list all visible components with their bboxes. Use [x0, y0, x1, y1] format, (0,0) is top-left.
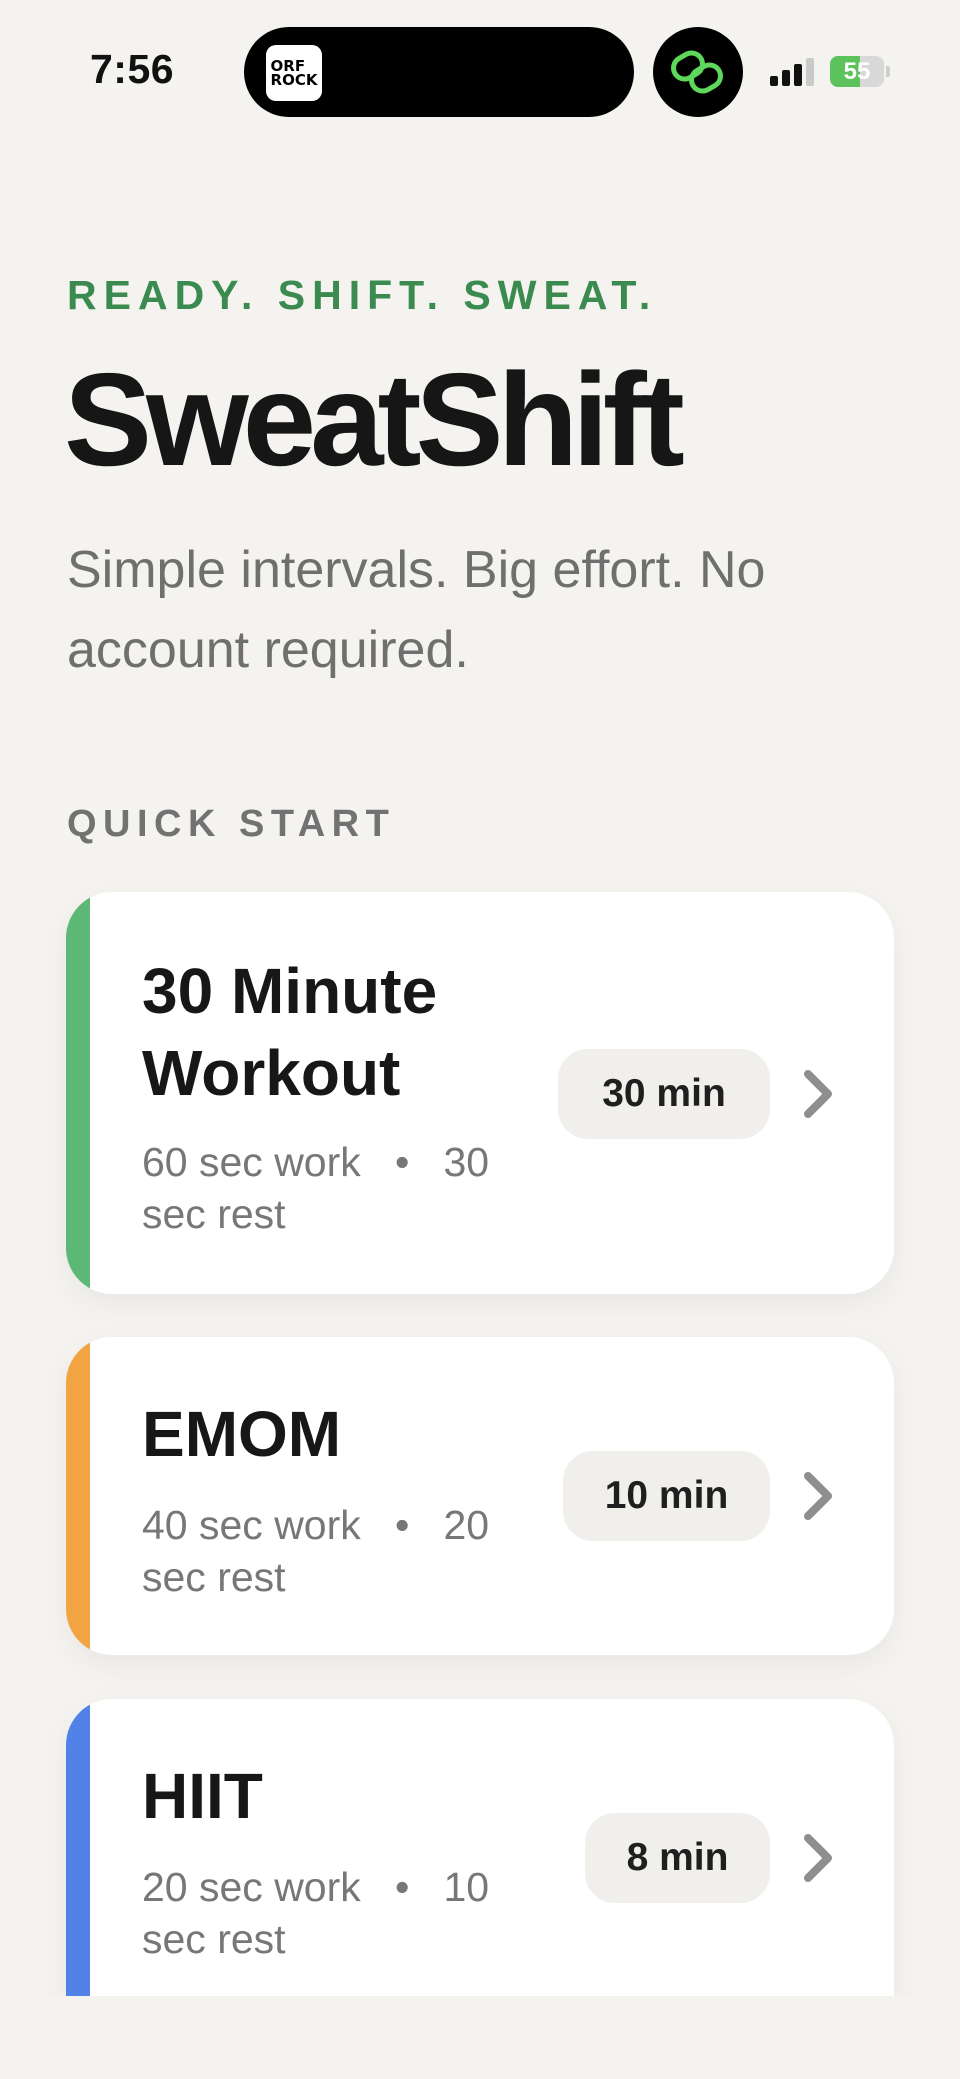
workout-title: EMOM: [142, 1398, 342, 1470]
status-time: 7:56: [90, 46, 175, 92]
workout-intervals: 20 sec work • 10 sec rest: [142, 1861, 542, 1965]
workout-work: 20 sec work: [142, 1864, 361, 1910]
workout-card-30-minute[interactable]: 30 Minute Workout 60 sec work • 30 sec r…: [66, 892, 894, 1294]
link-activity-bubble[interactable]: [653, 27, 743, 117]
workout-work: 40 sec work: [142, 1502, 361, 1548]
workout-intervals: 60 sec work • 30 sec rest: [142, 1136, 542, 1240]
now-playing-app-logo-text: ORF ROCK: [270, 57, 318, 89]
workout-title: HIIT: [142, 1760, 263, 1832]
workout-work: 60 sec work: [142, 1139, 361, 1185]
workout-title: 30 Minute Workout: [142, 955, 438, 1109]
workout-card-emom[interactable]: EMOM 40 sec work • 20 sec rest 10 min: [66, 1337, 894, 1655]
card-accent-bar: [66, 1699, 90, 2047]
workout-intervals: 40 sec work • 20 sec rest: [142, 1499, 542, 1603]
app-title: SweatShift: [64, 346, 685, 493]
eyebrow-slogan: READY. SHIFT. SWEAT.: [67, 272, 658, 318]
workout-card-hiit[interactable]: HIIT 20 sec work • 10 sec rest 8 min: [66, 1699, 894, 2047]
card-accent-bar: [66, 1337, 90, 1655]
link-icon: [671, 50, 723, 94]
cellular-signal-icon: [770, 56, 816, 86]
battery-icon: 55: [830, 56, 890, 87]
duration-badge: 30 min: [558, 1049, 770, 1139]
dynamic-island[interactable]: ORF ROCK: [244, 27, 634, 117]
now-playing-app-icon[interactable]: ORF ROCK: [266, 45, 322, 101]
card-accent-bar: [66, 892, 90, 1294]
separator-dot: •: [372, 1864, 433, 1910]
separator-dot: •: [372, 1139, 433, 1185]
app-tagline: Simple intervals. Big effort. No account…: [67, 541, 766, 679]
chevron-right-icon: [804, 1070, 832, 1118]
separator-dot: •: [372, 1502, 433, 1548]
chevron-right-icon: [804, 1472, 832, 1520]
status-bar: 7:56 ORF ROCK 55: [0, 0, 960, 140]
duration-badge: 8 min: [585, 1813, 770, 1903]
battery-percent: 55: [843, 58, 871, 85]
quick-start-label: QUICK START: [67, 803, 396, 845]
chevron-right-icon: [804, 1834, 832, 1882]
bottom-safe-area: [0, 1996, 960, 2079]
duration-badge: 10 min: [563, 1451, 770, 1541]
